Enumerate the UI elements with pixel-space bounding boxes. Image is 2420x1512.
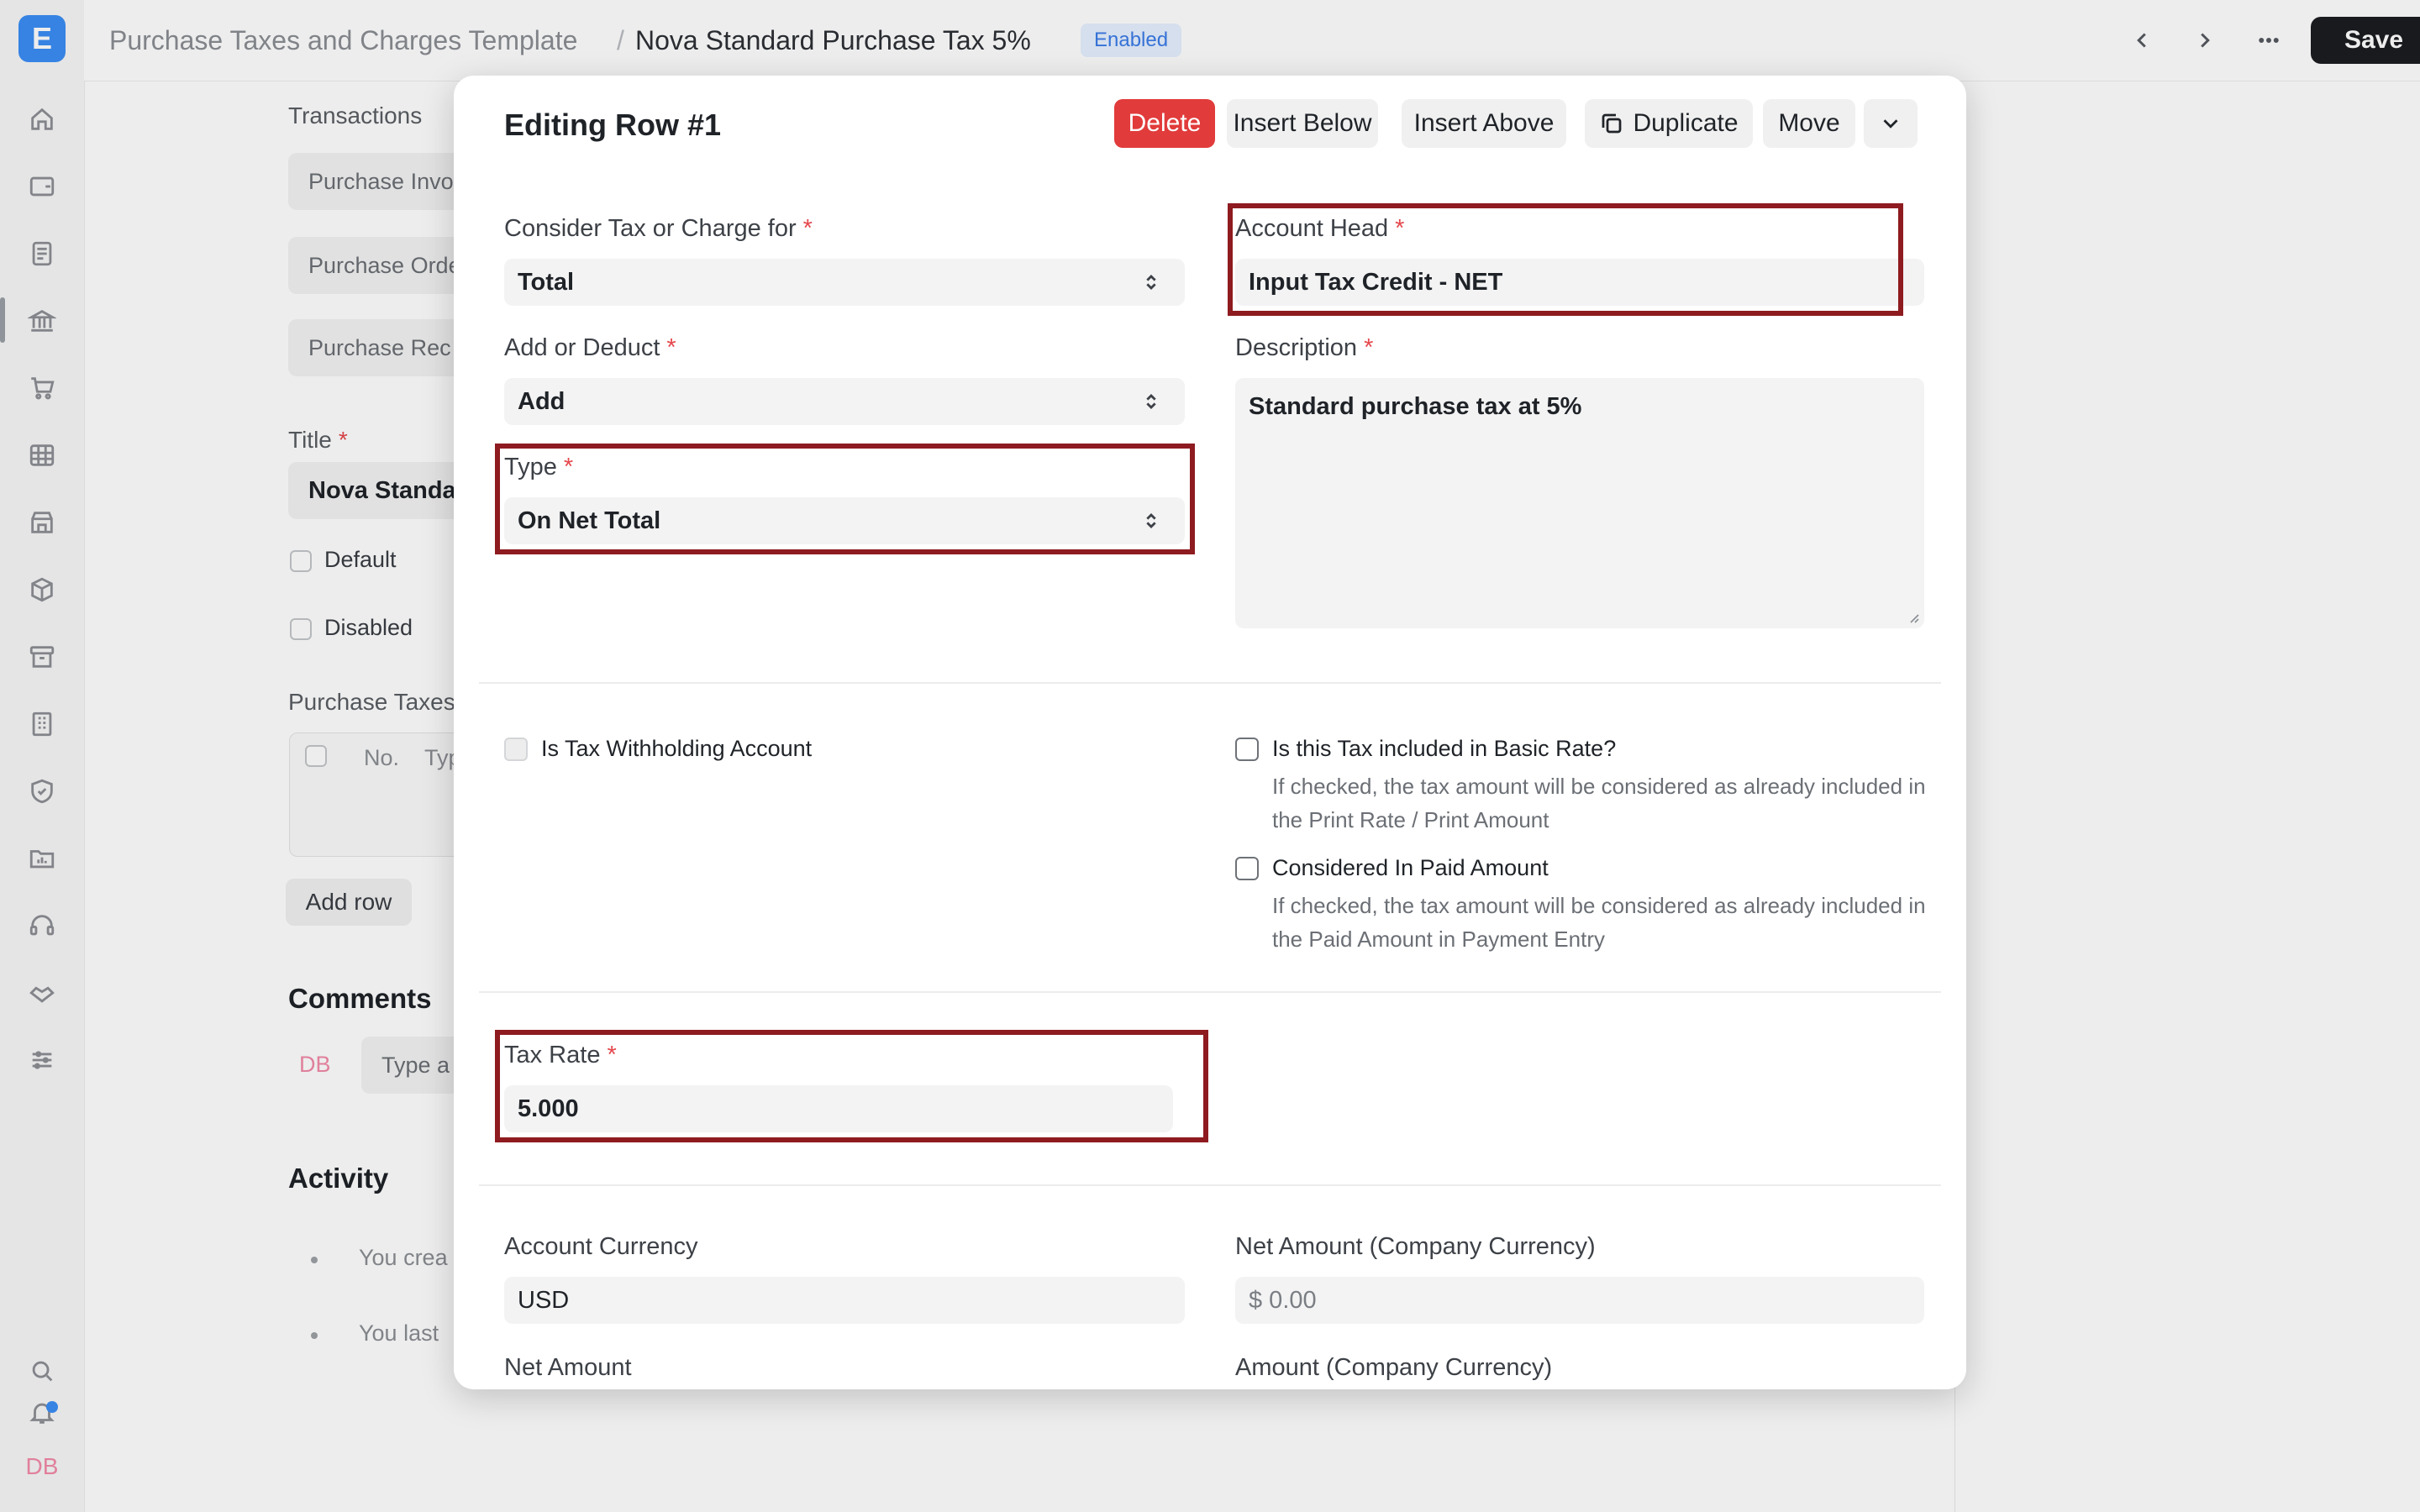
included-in-basic-rate-checkbox[interactable] [1235, 738, 1259, 761]
highlight-account-head [1228, 203, 1903, 316]
add-or-deduct-value: Add [518, 387, 566, 415]
resize-handle-icon[interactable] [1907, 612, 1919, 623]
description-value: Standard purchase tax at 5% [1249, 393, 1582, 420]
highlight-tax-rate [495, 1030, 1208, 1142]
select-chevron-icon [1139, 390, 1163, 413]
select-chevron-icon [1139, 270, 1163, 294]
section-divider [479, 991, 1941, 993]
consider-for-label: Consider Tax or Charge for * [504, 215, 813, 242]
dialog-title: Editing Row #1 [504, 108, 722, 142]
duplicate-label: Duplicate [1633, 109, 1739, 137]
section-divider [479, 682, 1941, 684]
net-amount-label: Net Amount [504, 1354, 632, 1381]
collapse-dialog-button[interactable] [1864, 99, 1918, 148]
copy-icon [1602, 113, 1622, 134]
chevron-down-icon [1883, 119, 1898, 129]
included-in-basic-rate-help: If checked, the tax amount will be consi… [1272, 774, 1926, 832]
insert-above-button[interactable]: Insert Above [1402, 99, 1566, 148]
tax-withholding-checkbox[interactable] [504, 738, 528, 761]
amount-company-label: Amount (Company Currency) [1235, 1354, 1553, 1381]
account-currency-label: Account Currency [504, 1233, 698, 1260]
net-amount-company-input: $ 0.00 [1235, 1277, 1924, 1324]
consider-for-select[interactable]: Total [504, 259, 1185, 306]
considered-in-paid-amount-checkbox[interactable] [1235, 857, 1259, 880]
delete-button[interactable]: Delete [1114, 99, 1215, 148]
description-textarea[interactable]: Standard purchase tax at 5% [1235, 378, 1924, 628]
net-amount-company-label: Net Amount (Company Currency) [1235, 1233, 1596, 1260]
tax-withholding-label: Is Tax Withholding Account [541, 736, 813, 761]
insert-below-button[interactable]: Insert Below [1227, 99, 1378, 148]
add-or-deduct-select[interactable]: Add [504, 378, 1185, 425]
move-button[interactable]: Move [1763, 99, 1855, 148]
section-divider [479, 1184, 1941, 1186]
edit-row-dialog: Editing Row #1 Delete Insert Below Inser… [454, 76, 1966, 1389]
highlight-type [495, 444, 1195, 554]
account-currency-input[interactable]: USD [504, 1277, 1185, 1324]
considered-in-paid-amount-label: Considered In Paid Amount [1272, 855, 1549, 880]
consider-for-value: Total [518, 268, 575, 296]
considered-in-paid-amount-help: If checked, the tax amount will be consi… [1272, 893, 1926, 952]
duplicate-button[interactable]: Duplicate [1585, 99, 1753, 148]
add-or-deduct-label: Add or Deduct * [504, 334, 676, 361]
description-label: Description * [1235, 334, 1374, 361]
included-in-basic-rate-label: Is this Tax included in Basic Rate? [1272, 736, 1617, 761]
